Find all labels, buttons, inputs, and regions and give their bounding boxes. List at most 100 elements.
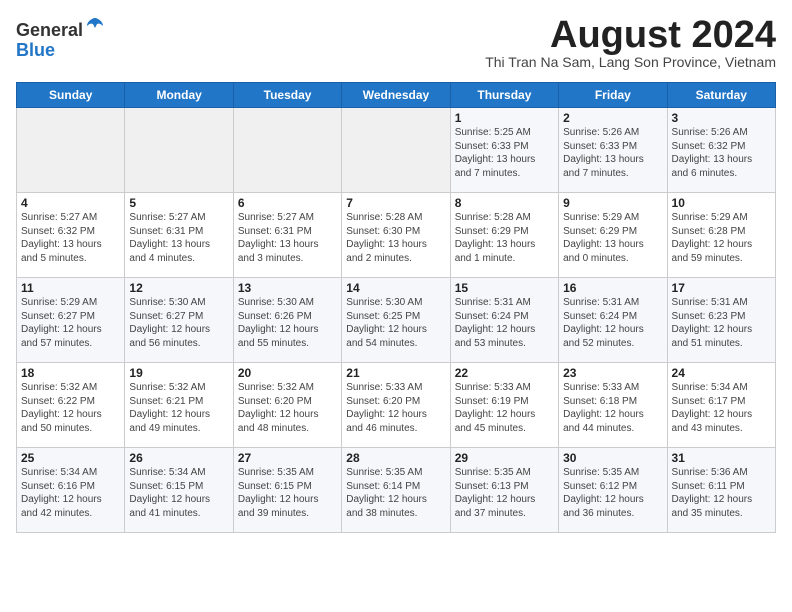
day-info: Sunrise: 5:28 AM Sunset: 6:30 PM Dayligh… [346,211,445,265]
calendar-table: SundayMondayTuesdayWednesdayThursdayFrid… [16,82,776,533]
calendar-cell: 7Sunrise: 5:28 AM Sunset: 6:30 PM Daylig… [342,193,450,278]
weekday-header-monday: Monday [125,83,233,108]
calendar-cell: 11Sunrise: 5:29 AM Sunset: 6:27 PM Dayli… [17,278,125,363]
day-number: 3 [672,111,771,125]
month-title: August 2024 [485,16,776,54]
day-info: Sunrise: 5:32 AM Sunset: 6:20 PM Dayligh… [238,381,337,435]
day-number: 26 [129,451,228,465]
calendar-cell: 19Sunrise: 5:32 AM Sunset: 6:21 PM Dayli… [125,363,233,448]
day-number: 19 [129,366,228,380]
day-number: 6 [238,196,337,210]
weekday-header-sunday: Sunday [17,83,125,108]
day-number: 11 [21,281,120,295]
day-number: 21 [346,366,445,380]
calendar-cell: 3Sunrise: 5:26 AM Sunset: 6:32 PM Daylig… [667,108,775,193]
page-header: General Blue August 2024 Thi Tran Na Sam… [16,16,776,78]
day-info: Sunrise: 5:35 AM Sunset: 6:15 PM Dayligh… [238,466,337,520]
calendar-cell: 9Sunrise: 5:29 AM Sunset: 6:29 PM Daylig… [559,193,667,278]
day-info: Sunrise: 5:32 AM Sunset: 6:21 PM Dayligh… [129,381,228,435]
weekday-header-friday: Friday [559,83,667,108]
day-number: 12 [129,281,228,295]
calendar-cell [233,108,341,193]
calendar-cell: 22Sunrise: 5:33 AM Sunset: 6:19 PM Dayli… [450,363,558,448]
calendar-cell: 21Sunrise: 5:33 AM Sunset: 6:20 PM Dayli… [342,363,450,448]
day-number: 14 [346,281,445,295]
day-number: 23 [563,366,662,380]
calendar-cell: 14Sunrise: 5:30 AM Sunset: 6:25 PM Dayli… [342,278,450,363]
day-info: Sunrise: 5:32 AM Sunset: 6:22 PM Dayligh… [21,381,120,435]
day-info: Sunrise: 5:31 AM Sunset: 6:24 PM Dayligh… [563,296,662,350]
day-number: 27 [238,451,337,465]
day-info: Sunrise: 5:30 AM Sunset: 6:27 PM Dayligh… [129,296,228,350]
day-info: Sunrise: 5:36 AM Sunset: 6:11 PM Dayligh… [672,466,771,520]
calendar-cell [17,108,125,193]
calendar-cell: 30Sunrise: 5:35 AM Sunset: 6:12 PM Dayli… [559,448,667,533]
day-info: Sunrise: 5:30 AM Sunset: 6:26 PM Dayligh… [238,296,337,350]
day-info: Sunrise: 5:31 AM Sunset: 6:24 PM Dayligh… [455,296,554,350]
day-info: Sunrise: 5:30 AM Sunset: 6:25 PM Dayligh… [346,296,445,350]
calendar-cell: 18Sunrise: 5:32 AM Sunset: 6:22 PM Dayli… [17,363,125,448]
day-info: Sunrise: 5:35 AM Sunset: 6:12 PM Dayligh… [563,466,662,520]
day-info: Sunrise: 5:33 AM Sunset: 6:20 PM Dayligh… [346,381,445,435]
day-number: 29 [455,451,554,465]
calendar-cell: 28Sunrise: 5:35 AM Sunset: 6:14 PM Dayli… [342,448,450,533]
day-number: 5 [129,196,228,210]
day-info: Sunrise: 5:33 AM Sunset: 6:19 PM Dayligh… [455,381,554,435]
day-number: 9 [563,196,662,210]
day-info: Sunrise: 5:27 AM Sunset: 6:32 PM Dayligh… [21,211,120,265]
day-number: 25 [21,451,120,465]
calendar-cell: 12Sunrise: 5:30 AM Sunset: 6:27 PM Dayli… [125,278,233,363]
day-number: 8 [455,196,554,210]
day-info: Sunrise: 5:35 AM Sunset: 6:14 PM Dayligh… [346,466,445,520]
day-info: Sunrise: 5:35 AM Sunset: 6:13 PM Dayligh… [455,466,554,520]
calendar-cell: 16Sunrise: 5:31 AM Sunset: 6:24 PM Dayli… [559,278,667,363]
day-info: Sunrise: 5:34 AM Sunset: 6:15 PM Dayligh… [129,466,228,520]
day-info: Sunrise: 5:26 AM Sunset: 6:32 PM Dayligh… [672,126,771,180]
calendar-cell: 2Sunrise: 5:26 AM Sunset: 6:33 PM Daylig… [559,108,667,193]
day-number: 1 [455,111,554,125]
day-number: 10 [672,196,771,210]
weekday-header-thursday: Thursday [450,83,558,108]
day-number: 4 [21,196,120,210]
day-number: 2 [563,111,662,125]
calendar-cell [342,108,450,193]
day-info: Sunrise: 5:34 AM Sunset: 6:16 PM Dayligh… [21,466,120,520]
day-info: Sunrise: 5:25 AM Sunset: 6:33 PM Dayligh… [455,126,554,180]
weekday-header-saturday: Saturday [667,83,775,108]
logo-general: General [16,20,83,40]
calendar-cell: 29Sunrise: 5:35 AM Sunset: 6:13 PM Dayli… [450,448,558,533]
weekday-header-tuesday: Tuesday [233,83,341,108]
day-number: 13 [238,281,337,295]
day-number: 18 [21,366,120,380]
calendar-cell: 17Sunrise: 5:31 AM Sunset: 6:23 PM Dayli… [667,278,775,363]
calendar-cell [125,108,233,193]
day-number: 20 [238,366,337,380]
calendar-cell: 23Sunrise: 5:33 AM Sunset: 6:18 PM Dayli… [559,363,667,448]
day-number: 31 [672,451,771,465]
calendar-cell: 27Sunrise: 5:35 AM Sunset: 6:15 PM Dayli… [233,448,341,533]
day-info: Sunrise: 5:29 AM Sunset: 6:28 PM Dayligh… [672,211,771,265]
day-info: Sunrise: 5:34 AM Sunset: 6:17 PM Dayligh… [672,381,771,435]
location-subtitle: Thi Tran Na Sam, Lang Son Province, Viet… [485,54,776,70]
calendar-cell: 24Sunrise: 5:34 AM Sunset: 6:17 PM Dayli… [667,363,775,448]
logo-blue: Blue [16,40,55,60]
day-number: 24 [672,366,771,380]
day-number: 15 [455,281,554,295]
calendar-cell: 8Sunrise: 5:28 AM Sunset: 6:29 PM Daylig… [450,193,558,278]
logo-bird-icon [85,16,105,36]
calendar-cell: 10Sunrise: 5:29 AM Sunset: 6:28 PM Dayli… [667,193,775,278]
day-info: Sunrise: 5:29 AM Sunset: 6:27 PM Dayligh… [21,296,120,350]
calendar-cell: 1Sunrise: 5:25 AM Sunset: 6:33 PM Daylig… [450,108,558,193]
calendar-cell: 31Sunrise: 5:36 AM Sunset: 6:11 PM Dayli… [667,448,775,533]
day-info: Sunrise: 5:28 AM Sunset: 6:29 PM Dayligh… [455,211,554,265]
day-info: Sunrise: 5:31 AM Sunset: 6:23 PM Dayligh… [672,296,771,350]
calendar-cell: 15Sunrise: 5:31 AM Sunset: 6:24 PM Dayli… [450,278,558,363]
day-number: 28 [346,451,445,465]
calendar-cell: 6Sunrise: 5:27 AM Sunset: 6:31 PM Daylig… [233,193,341,278]
day-info: Sunrise: 5:33 AM Sunset: 6:18 PM Dayligh… [563,381,662,435]
day-info: Sunrise: 5:29 AM Sunset: 6:29 PM Dayligh… [563,211,662,265]
day-number: 30 [563,451,662,465]
calendar-cell: 26Sunrise: 5:34 AM Sunset: 6:15 PM Dayli… [125,448,233,533]
day-number: 17 [672,281,771,295]
calendar-cell: 25Sunrise: 5:34 AM Sunset: 6:16 PM Dayli… [17,448,125,533]
